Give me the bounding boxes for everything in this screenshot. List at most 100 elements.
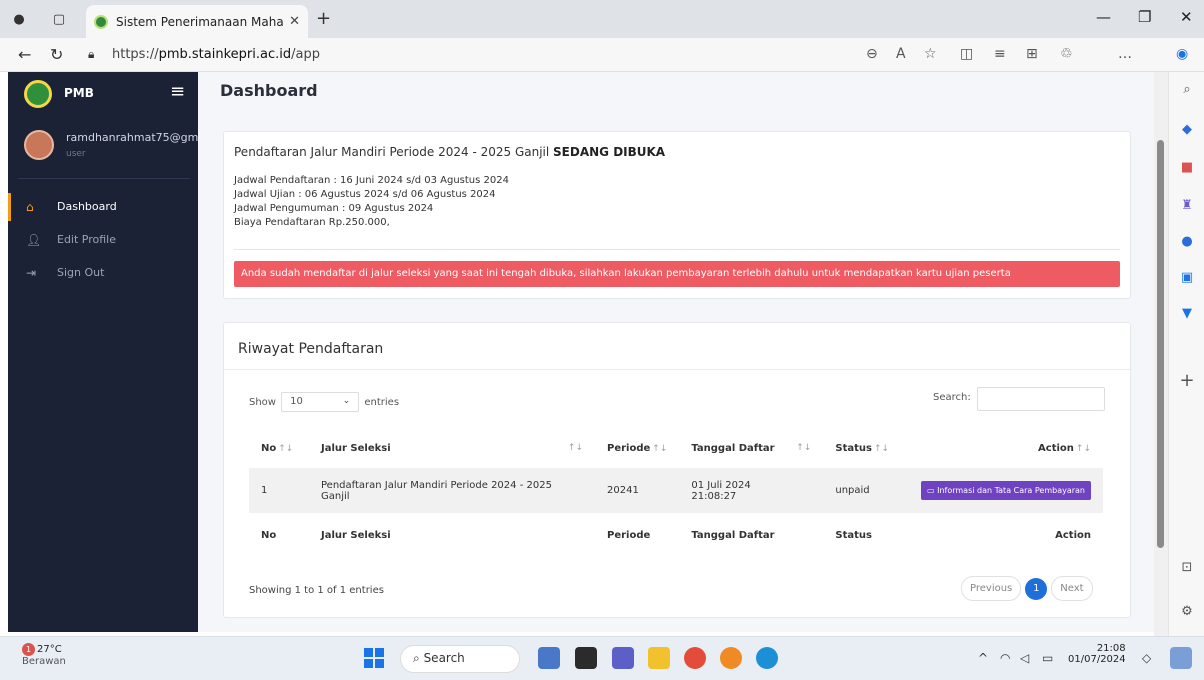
column-header-jalur[interactable]: Jalur Seleksi ↑↓ [309,428,595,468]
pagination: Previous 1 Next [961,576,1093,601]
restore-icon[interactable]: ❐ [1138,8,1151,26]
sort-icon: ↑↓ [652,443,668,454]
tray-chevron-icon[interactable]: ^ [978,651,988,665]
announcement-title: Pendaftaran Jalur Mandiri Periode 2024 -… [234,145,665,159]
favorites-list-icon[interactable]: ≡ [994,46,1006,62]
sidebar-item-edit-profile[interactable]: 👤︎ Edit Profile [8,226,198,254]
notification-icon[interactable]: ◇ [1142,651,1151,665]
start-button[interactable] [364,648,384,668]
chrome-icon[interactable] [684,647,706,669]
close-tab-icon[interactable]: ✕ [289,14,300,29]
column-header-label: No [261,442,277,454]
cell-periode: 20241 [595,468,680,513]
history-table: No ↑↓ Jalur Seleksi ↑↓ Periode ↑↓ Tanggal D… [249,428,1103,558]
settings-icon[interactable]: ⚙ [1179,604,1195,620]
add-icon[interactable]: + [1179,370,1195,391]
sidebar-item-dashboard[interactable]: ⌂ Dashboard [8,193,198,221]
file-explorer-icon[interactable] [648,647,670,669]
url-field[interactable]: https://pmb.stainkepri.ac.id/app [112,47,320,62]
edge-icon[interactable] [756,647,778,669]
hamburger-menu-icon[interactable]: ≡ [170,81,185,102]
home-icon: ⌂ [26,200,34,214]
column-header-action[interactable]: Action ↑↓ [907,428,1103,468]
battery-icon[interactable]: ▭ [1042,651,1053,665]
sidebar: PMB ≡ ramdhanrahmat75@gmail user ⌂ Dashb… [8,72,198,632]
weather-temp: 27°C [37,644,62,655]
new-tab-icon[interactable]: + [316,8,331,29]
entries-select[interactable]: 10 ⌄ [281,392,360,412]
payment-alert: Anda sudah mendaftar di jalur seleksi ya… [234,261,1120,287]
search-icon[interactable]: ⌕ [1179,82,1195,98]
minimize-icon[interactable]: — [1096,8,1111,26]
games-icon[interactable]: ♜ [1179,198,1195,214]
payment-info-button[interactable]: ▭ Informasi dan Tata Cara Pembayaran [920,481,1091,500]
tab-actions-icon[interactable]: ▢ [48,8,70,30]
footer-action: Action [907,513,1103,558]
user-profile-icon[interactable] [1170,647,1192,669]
weather-badge: 1 [22,643,35,656]
column-header-no[interactable]: No ↑↓ [249,428,309,468]
close-window-icon[interactable]: ✕ [1180,8,1193,26]
payment-info-label: Informasi dan Tata Cara Pembayaran [937,486,1085,495]
sort-icon: ↑↓ [567,442,583,453]
volume-icon[interactable]: ◁ [1020,651,1029,665]
browser-window: ● ▢ Sistem Penerimanaan Mahasiswa ✕ + — … [0,0,1204,636]
screenshot-icon[interactable]: ⊡ [1179,560,1195,576]
footer-tanggal: Tanggal Daftar [679,513,824,558]
back-icon[interactable]: ← [18,45,31,64]
column-header-label: Status [835,442,872,454]
previous-button[interactable]: Previous [961,576,1022,601]
table-footer-row: No Jalur Seleksi Periode Tanggal Daftar … [249,513,1103,558]
taskbar-search[interactable]: ⌕ Search [400,645,520,673]
weather-widget[interactable]: 1 27°C Berawan [22,643,66,667]
favorite-icon[interactable]: ☆ [924,46,937,62]
outlook-icon[interactable]: ▣ [1179,270,1195,286]
column-header-tanggal[interactable]: Tanggal Daftar ↑↓ [679,428,823,468]
column-header-periode[interactable]: Periode ↑↓ [595,428,679,468]
refresh-icon[interactable]: ↻ [50,45,63,64]
next-button[interactable]: Next [1051,576,1093,601]
profile-icon[interactable]: ● [8,8,30,30]
entries-value: 10 [290,396,303,407]
search-label: Search: [933,392,971,403]
page-1-button[interactable]: 1 [1025,577,1048,600]
history-title: Riwayat Pendaftaran [238,341,384,357]
column-header-label: Periode [607,442,651,454]
scrollbar[interactable] [1154,72,1168,636]
chevron-down-icon: ⌄ [342,396,351,406]
scrollbar-thumb[interactable] [1157,140,1164,548]
wifi-icon[interactable]: ◠ [1000,651,1010,665]
tag-icon[interactable]: ◆ [1179,122,1195,138]
registration-fee: Biaya Pendaftaran Rp.250.000, [234,217,390,228]
read-aloud-icon[interactable]: A [896,46,906,62]
search-input[interactable] [977,387,1105,411]
clock[interactable]: 21:08 01/07/2024 [1068,643,1126,665]
entries-length-control: Show 10 ⌄ entries [249,392,399,412]
more-icon[interactable]: … [1118,46,1132,62]
zoom-icon[interactable]: ⊖ [866,46,878,62]
taskbar-search-label: Search [423,651,465,665]
sign-out-icon: ⇥ [26,266,37,280]
copilot-sidebar-icon[interactable]: ● [1179,234,1195,250]
lock-icon[interactable]: 🔒︎ [88,47,94,62]
photos-app-icon[interactable] [538,647,560,669]
main-content: Dashboard Pendaftaran Jalur Mandiri Peri… [198,72,1154,632]
send-icon[interactable]: ▼ [1179,306,1195,322]
collections-icon[interactable]: ⊞ [1026,46,1038,62]
copilot-icon[interactable]: ◉ [1176,46,1188,62]
split-screen-icon[interactable]: ◫ [960,46,973,62]
firefox-icon[interactable] [720,647,742,669]
clock-date: 01/07/2024 [1068,654,1126,665]
browser-tab[interactable]: Sistem Penerimanaan Mahasiswa ✕ [86,5,308,38]
task-view-icon[interactable] [575,647,597,669]
tab-strip: ● ▢ Sistem Penerimanaan Mahasiswa ✕ + — … [0,0,1204,38]
teams-icon[interactable] [612,647,634,669]
footer-jalur: Jalur Seleksi [309,513,595,558]
sidebar-item-sign-out[interactable]: ⇥ Sign Out [8,259,198,287]
shopping-icon[interactable]: ■ [1179,160,1195,176]
column-header-label: Tanggal Daftar [691,442,775,454]
extensions-icon[interactable]: ♲ [1060,46,1073,62]
taskbar: 1 27°C Berawan ⌕ Search ^ ◠ ◁ ▭ 21:08 01/… [0,636,1204,680]
column-header-status[interactable]: Status ↑↓ [823,428,907,468]
weather-condition: Berawan [22,656,66,667]
